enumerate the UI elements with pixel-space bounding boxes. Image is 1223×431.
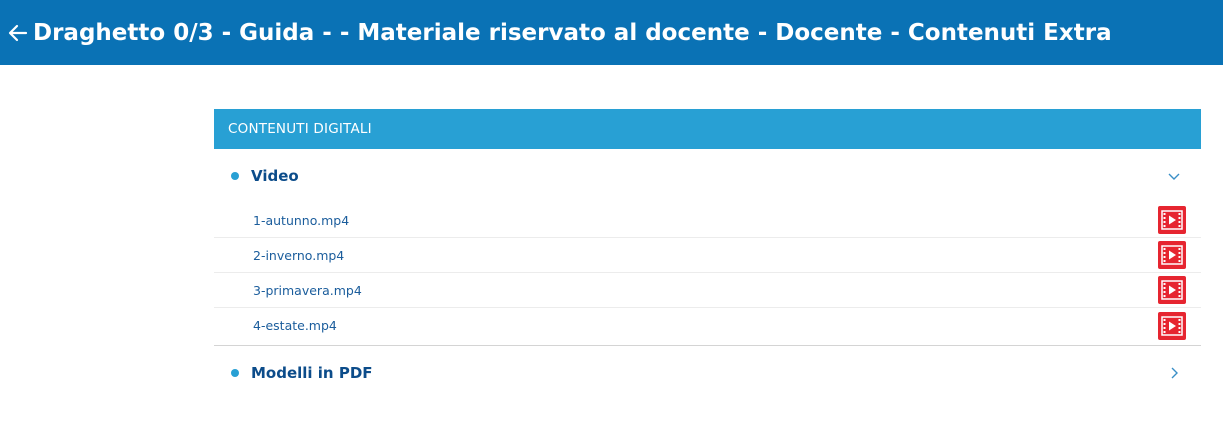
contenuti-digitali-panel: CONTENUTI DIGITALI Video 1-autunno.mp4 2… xyxy=(214,109,1201,400)
chevron-down-icon[interactable] xyxy=(1167,169,1181,183)
video-file-icon[interactable] xyxy=(1158,311,1186,340)
file-link[interactable]: 2-inverno.mp4 xyxy=(253,248,344,263)
video-file-list: 1-autunno.mp4 2-inverno.mp4 3-primavera.… xyxy=(214,203,1201,343)
top-bar: Draghetto 0/3 - Guida - - Materiale rise… xyxy=(0,0,1223,65)
section-title-video: Video xyxy=(251,167,299,185)
video-file-icon[interactable] xyxy=(1158,241,1186,269)
list-item: 1-autunno.mp4 xyxy=(214,203,1201,238)
file-link[interactable]: 4-estate.mp4 xyxy=(253,318,337,333)
video-file-icon[interactable] xyxy=(1158,206,1186,234)
section-title-modelli-pdf: Modelli in PDF xyxy=(251,364,373,382)
list-item: 3-primavera.mp4 xyxy=(214,273,1201,308)
section-video[interactable]: Video xyxy=(214,149,1201,203)
panel-header: CONTENUTI DIGITALI xyxy=(214,109,1201,149)
section-modelli-pdf[interactable]: Modelli in PDF xyxy=(214,346,1201,400)
bullet-icon xyxy=(231,369,239,377)
arrow-left-icon[interactable] xyxy=(8,23,28,43)
video-file-icon[interactable] xyxy=(1158,276,1186,304)
file-link[interactable]: 1-autunno.mp4 xyxy=(253,213,349,228)
chevron-right-icon[interactable] xyxy=(1167,366,1181,380)
bullet-icon xyxy=(231,172,239,180)
page-title: Draghetto 0/3 - Guida - - Materiale rise… xyxy=(33,19,1112,46)
file-link[interactable]: 3-primavera.mp4 xyxy=(253,283,362,298)
list-item: 2-inverno.mp4 xyxy=(214,238,1201,273)
list-item: 4-estate.mp4 xyxy=(214,308,1201,343)
